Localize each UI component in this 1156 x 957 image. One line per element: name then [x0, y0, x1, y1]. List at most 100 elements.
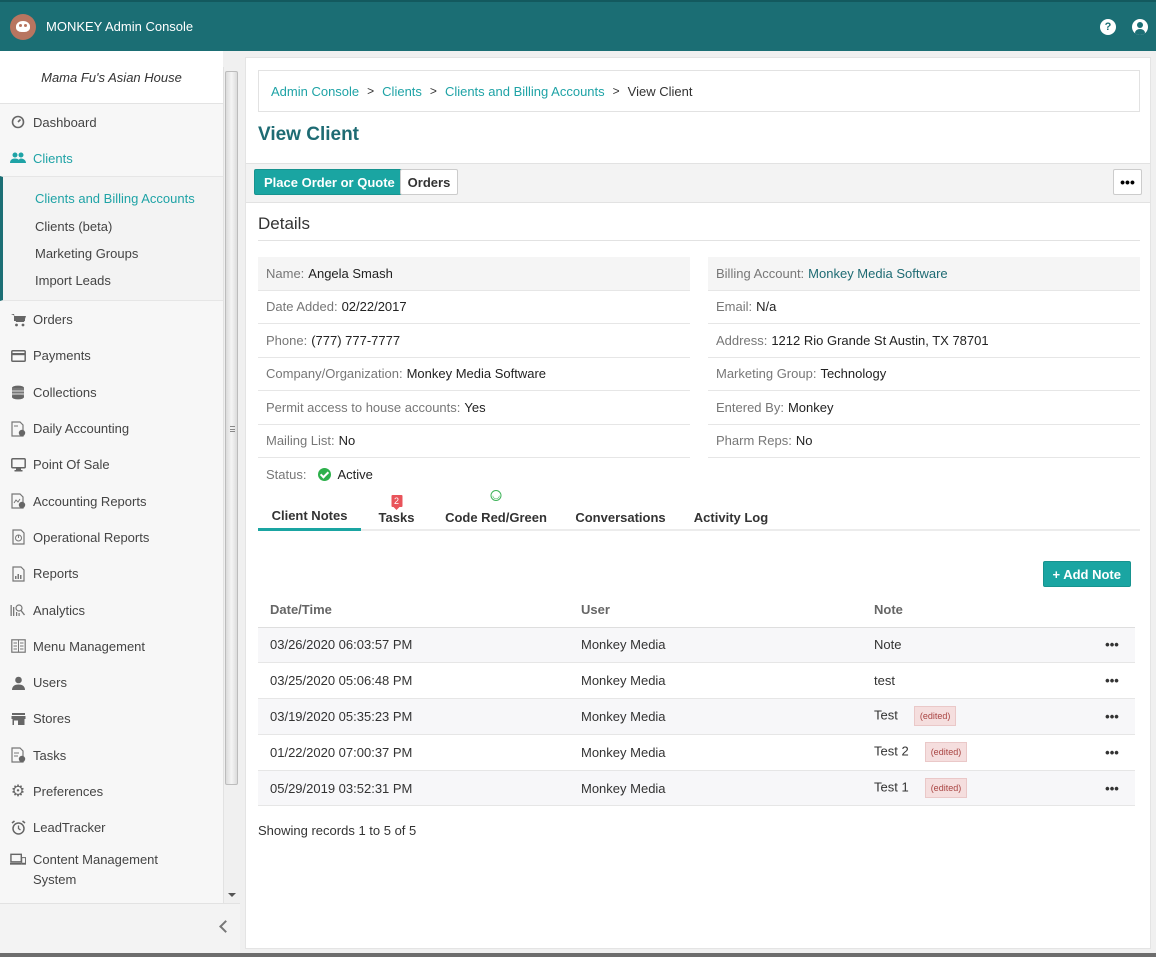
detail-row-phone: Phone: (777) 777-7777 [258, 324, 690, 358]
detail-value: Technology [820, 366, 887, 382]
sidebar-item-label: Tasks [33, 747, 67, 763]
submenu-item-import-leads[interactable]: Import Leads [3, 267, 223, 294]
clients-submenu: Clients and Billing Accounts Clients (be… [0, 176, 223, 302]
row-menu-button[interactable]: ••• [1077, 770, 1135, 807]
users-icon [10, 150, 26, 166]
sidebar-item-label: Preferences [33, 783, 104, 799]
app-title: MONKEY Admin Console [46, 19, 194, 34]
sidebar-item-orders[interactable]: Orders [0, 301, 223, 337]
detail-row-name: Name: Angela Smash [258, 257, 690, 291]
cell-user: Monkey Media [569, 734, 862, 771]
detail-value: 1212 Rio Grande St Austin, TX 78701 [771, 332, 989, 348]
sidebar-item-point-of-sale[interactable]: Point Of Sale [0, 447, 223, 483]
breadcrumb-admin-console[interactable]: Admin Console [271, 84, 359, 99]
smiley-icon: ◡ [490, 490, 502, 501]
cell-user: Monkey Media [569, 627, 862, 664]
tab-code-red-green[interactable]: ◡ Code Red/Green [441, 490, 551, 531]
sidebar-item-leadtracker[interactable]: LeadTracker [0, 810, 223, 846]
menu-book-icon [10, 638, 26, 654]
sidebar-item-preferences[interactable]: ⚙ Preferences [0, 773, 223, 809]
detail-value: No [338, 433, 356, 449]
task-check-icon [10, 747, 26, 763]
sidebar-item-label: Collections [33, 384, 97, 400]
row-menu-button[interactable]: ••• [1077, 662, 1135, 700]
detail-value: Monkey Media Software [406, 366, 547, 382]
sidebar-item-label: Operational Reports [33, 529, 150, 545]
tab-label: Conversations [575, 509, 666, 525]
monitor-icon [10, 457, 26, 473]
sidebar-item-label: Analytics [33, 602, 86, 618]
breadcrumb-clients-billing[interactable]: Clients and Billing Accounts [445, 84, 605, 99]
sidebar-item-operational-reports[interactable]: Operational Reports [0, 519, 223, 555]
detail-row-house-accounts: Permit access to house accounts: Yes [258, 391, 690, 425]
column-header-note[interactable]: Note [862, 592, 1077, 628]
sidebar-item-dashboard[interactable]: Dashboard [0, 104, 223, 140]
detail-label: Entered By: [716, 399, 784, 415]
coins-icon [10, 384, 26, 400]
billing-account-link[interactable]: Monkey Media Software [808, 266, 947, 281]
sidebar-item-clients[interactable]: Clients [0, 140, 223, 176]
sidebar-item-collections[interactable]: Collections [0, 374, 223, 410]
sidebar-item-stores[interactable]: Stores [0, 701, 223, 737]
submenu-item-clients-beta[interactable]: Clients (beta) [3, 213, 223, 240]
tab-conversations[interactable]: Conversations [568, 503, 673, 531]
tab-label: Code Red/Green [445, 509, 547, 525]
row-menu-button[interactable]: ••• [1077, 734, 1135, 771]
submenu-item-marketing-groups[interactable]: Marketing Groups [3, 240, 223, 267]
store-name: Mama Fu's Asian House [0, 51, 223, 104]
sidebar-item-menu-management[interactable]: Menu Management [0, 628, 223, 664]
column-header-datetime[interactable]: Date/Time [258, 592, 569, 628]
breadcrumb-separator: > [367, 84, 375, 98]
table-row: 03/25/2020 05:06:48 PM Monkey Media test… [258, 662, 1135, 700]
tab-activity-log[interactable]: Activity Log [686, 503, 776, 531]
place-order-button[interactable]: Place Order or Quote [254, 169, 405, 195]
sidebar-item-analytics[interactable]: Analytics [0, 592, 223, 628]
row-menu-button[interactable]: ••• [1077, 698, 1135, 735]
note-text: Test 2 [874, 743, 909, 759]
add-note-button[interactable]: + Add Note [1042, 561, 1131, 587]
detail-row-address: Address: 1212 Rio Grande St Austin, TX 78… [708, 324, 1140, 358]
tab-tasks[interactable]: 2 Tasks [370, 495, 423, 531]
detail-label: Phone: [266, 332, 308, 348]
orders-button[interactable]: Orders [400, 169, 458, 195]
sidebar-scrollbar[interactable] [223, 67, 239, 903]
sidebar-item-users[interactable]: Users [0, 664, 223, 700]
sidebar-item-label: Dashboard [33, 114, 97, 130]
cell-note: Test 1 (edited) [862, 770, 1077, 807]
row-menu-button[interactable]: ••• [1077, 627, 1135, 664]
page-title: View Client [258, 124, 360, 145]
detail-value: (777) 777-7777 [311, 332, 401, 348]
question-circle-icon[interactable]: ? [1100, 18, 1116, 35]
breadcrumb-clients[interactable]: Clients [382, 84, 422, 99]
edited-badge: (edited) [913, 706, 957, 727]
monkey-logo-icon[interactable] [10, 13, 36, 40]
sidebar-item-accounting-reports[interactable]: Accounting Reports [0, 483, 223, 519]
user-circle-icon[interactable] [1132, 18, 1148, 35]
top-bar: MONKEY Admin Console ? [0, 0, 1156, 51]
scroll-down-arrow-icon[interactable] [228, 893, 236, 897]
detail-row-date-added: Date Added: 02/22/2017 [258, 291, 690, 324]
detail-row-pharm-reps: Pharm Reps: No [708, 425, 1140, 458]
detail-value: N/a [756, 299, 777, 315]
sidebar-item-content-management[interactable]: Content Management System [0, 846, 223, 888]
detail-label: Name: [266, 265, 305, 281]
breadcrumb-separator: > [429, 84, 437, 98]
more-actions-button[interactable]: ••• [1113, 169, 1142, 195]
column-header-user[interactable]: User [569, 592, 862, 628]
scrollbar-thumb[interactable] [225, 71, 238, 785]
main-panel: Admin Console > Clients > Clients and Bi… [245, 57, 1151, 949]
note-text: Note [874, 637, 902, 653]
submenu-item-clients-billing[interactable]: Clients and Billing Accounts [3, 185, 223, 212]
cell-datetime: 03/25/2020 05:06:48 PM [258, 662, 569, 700]
sidebar-item-payments[interactable]: Payments [0, 338, 223, 374]
cell-note: test [862, 662, 1077, 700]
detail-label: Status: [266, 467, 307, 483]
chevron-left-icon[interactable] [219, 920, 232, 933]
tab-label: Tasks [378, 509, 415, 525]
detail-value: Monkey [787, 399, 834, 415]
sidebar-item-reports[interactable]: Reports [0, 556, 223, 592]
tab-client-notes[interactable]: Client Notes [258, 503, 361, 531]
sidebar-item-tasks[interactable]: Tasks [0, 737, 223, 773]
sidebar-item-label: LeadTracker [33, 820, 106, 836]
sidebar-item-daily-accounting[interactable]: Daily Accounting [0, 410, 223, 446]
